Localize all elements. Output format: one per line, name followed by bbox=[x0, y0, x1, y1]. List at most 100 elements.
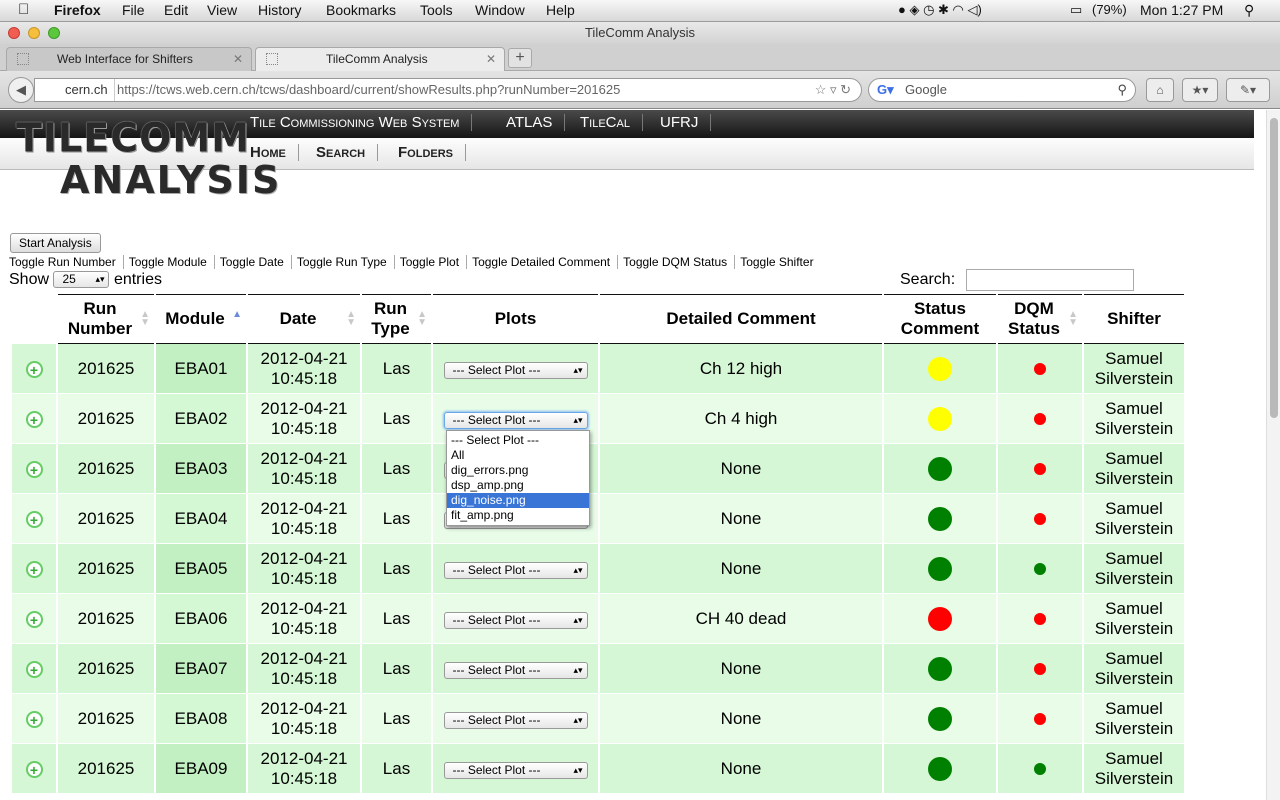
expand-row-icon[interactable] bbox=[25, 610, 43, 630]
plot-select[interactable]: --- Select Plot ---▴▾ bbox=[443, 711, 588, 729]
menu-history[interactable]: History bbox=[258, 2, 302, 18]
expand-row-icon[interactable] bbox=[25, 560, 43, 580]
header-run-number[interactable]: Run Number ▲ ▼ bbox=[58, 294, 154, 344]
entries-select[interactable]: 25 ▴▾ bbox=[53, 271, 110, 289]
status-icons[interactable]: ● ◈ ◷ ✱ ◠ ◁) bbox=[898, 2, 982, 18]
menu-help[interactable]: Help bbox=[546, 2, 575, 18]
plot-select[interactable]: --- Select Plot ---▴▾ bbox=[443, 561, 588, 579]
nav-ufrj[interactable]: UFRJ bbox=[648, 114, 712, 131]
dqm-status-cell bbox=[998, 394, 1082, 444]
dropdown-option[interactable]: dig_noise.png bbox=[447, 493, 589, 508]
plots-cell: --- Select Plot ---▴▾ bbox=[433, 344, 598, 394]
google-icon[interactable]: G▾ bbox=[877, 79, 894, 101]
plot-select[interactable]: --- Select Plot ---▴▾ bbox=[443, 661, 588, 679]
toggle-plot[interactable]: Toggle Plot bbox=[400, 255, 468, 269]
toggle-detailed-comment[interactable]: Toggle Detailed Comment bbox=[472, 255, 619, 269]
toggle-shifter[interactable]: Toggle Shifter bbox=[740, 255, 820, 269]
toggle-date[interactable]: Toggle Date bbox=[220, 255, 292, 269]
battery-icon[interactable]: ▭ bbox=[1070, 2, 1082, 18]
toggle-module[interactable]: Toggle Module bbox=[129, 255, 215, 269]
status-indicator-icon bbox=[928, 456, 952, 481]
status-comment-cell bbox=[884, 694, 996, 744]
toggle-run-type[interactable]: Toggle Run Type bbox=[297, 255, 395, 269]
expand-cell bbox=[12, 494, 56, 544]
home-button[interactable]: ⌂ bbox=[1146, 78, 1174, 102]
column-toggles: Toggle Run Number Toggle Module Toggle Dat… bbox=[9, 255, 826, 269]
dropdown-option[interactable]: dsp_amp.png bbox=[447, 478, 589, 493]
expand-row-icon[interactable] bbox=[25, 510, 43, 530]
expand-row-icon[interactable] bbox=[25, 360, 43, 380]
menu-app-name[interactable]: Firefox bbox=[54, 2, 101, 18]
menu-bookmarks[interactable]: Bookmarks bbox=[326, 2, 396, 18]
menu-window[interactable]: Window bbox=[475, 2, 525, 18]
dropdown-option[interactable]: dig_errors.png bbox=[447, 463, 589, 478]
dropdown-option[interactable]: All bbox=[447, 448, 589, 463]
menu-view[interactable]: View bbox=[207, 2, 237, 18]
toggle-run-number[interactable]: Toggle Run Number bbox=[9, 255, 124, 269]
close-tab-icon[interactable]: ✕ bbox=[233, 48, 243, 70]
plot-select[interactable]: --- Select Plot ---▴▾ bbox=[443, 761, 588, 779]
dqm-status-cell bbox=[998, 494, 1082, 544]
zoom-window-button[interactable] bbox=[48, 27, 60, 39]
date-cell: 2012-04-21 10:45:18 bbox=[248, 344, 360, 394]
bookmarks-button[interactable]: ★▾ bbox=[1182, 78, 1218, 102]
menu-file[interactable]: File bbox=[122, 2, 145, 18]
search-box[interactable]: G▾ Google ⚲ bbox=[868, 78, 1136, 102]
toggle-dqm-status[interactable]: Toggle DQM Status bbox=[623, 255, 736, 269]
expand-row-icon[interactable] bbox=[25, 760, 43, 780]
plot-select[interactable]: --- Select Plot ---▴▾ bbox=[443, 411, 588, 429]
addons-button[interactable]: ✎▾ bbox=[1226, 78, 1270, 102]
plot-select[interactable]: --- Select Plot ---▴▾ bbox=[443, 611, 588, 629]
start-analysis-button[interactable]: Start Analysis bbox=[10, 233, 101, 253]
back-button[interactable]: ◀ bbox=[8, 77, 34, 103]
nav-folders[interactable]: Folders bbox=[386, 144, 466, 161]
table-row: 201625EBA072012-04-2110:45:18Las --- Sele… bbox=[12, 644, 1184, 694]
nav-tilecal[interactable]: TileCal bbox=[568, 114, 643, 131]
close-window-button[interactable] bbox=[8, 27, 20, 39]
menu-tools[interactable]: Tools bbox=[420, 2, 453, 18]
close-tab-icon[interactable]: ✕ bbox=[486, 48, 496, 70]
minimize-window-button[interactable] bbox=[28, 27, 40, 39]
status-comment-cell bbox=[884, 744, 996, 794]
bookmark-star-icon[interactable]: ☆ ▿ ↻ bbox=[815, 79, 851, 101]
header-module[interactable]: Module ▲ bbox=[156, 294, 246, 344]
expand-cell bbox=[12, 644, 56, 694]
nav-search[interactable]: Search bbox=[304, 144, 379, 161]
url-text[interactable]: https://tcws.web.cern.ch/tcws/dashboard/… bbox=[117, 79, 620, 101]
menu-edit[interactable]: Edit bbox=[164, 2, 188, 18]
table-row: 201625EBA062012-04-2110:45:18Las --- Sele… bbox=[12, 594, 1184, 644]
sort-icon: ▲ ▼ bbox=[417, 309, 427, 328]
run-number-cell: 201625 bbox=[58, 694, 154, 744]
site-identity[interactable]: cern.ch bbox=[43, 79, 115, 101]
nav-atlas[interactable]: ATLAS bbox=[494, 114, 566, 131]
tab-web-interface[interactable]: Web Interface for Shifters ✕ bbox=[6, 47, 252, 71]
scrollbar-thumb[interactable] bbox=[1270, 118, 1278, 418]
address-bar[interactable]: cern.ch https://tcws.web.cern.ch/tcws/da… bbox=[34, 78, 862, 102]
dqm-indicator-icon bbox=[1034, 363, 1046, 376]
expand-row-icon[interactable] bbox=[25, 410, 43, 430]
expand-row-icon[interactable] bbox=[25, 710, 43, 730]
search-icon[interactable]: ⚲ bbox=[1117, 79, 1127, 101]
plot-select[interactable]: --- Select Plot ---▴▾ bbox=[443, 361, 588, 379]
dropdown-option[interactable]: fit_amp.png bbox=[447, 508, 589, 523]
shifter-cell: Samuel Silverstein bbox=[1084, 344, 1184, 394]
apple-icon[interactable]:  bbox=[18, 1, 29, 18]
status-indicator-icon bbox=[928, 406, 952, 431]
expand-row-icon[interactable] bbox=[25, 660, 43, 680]
run-type-cell: Las bbox=[362, 344, 431, 394]
spotlight-icon[interactable]: ⚲ bbox=[1244, 2, 1254, 19]
header-date[interactable]: Date ▲ ▼ bbox=[248, 294, 360, 344]
header-dqm-status[interactable]: DQM Status ▲ ▼ bbox=[998, 294, 1082, 344]
shifter-cell: Samuel Silverstein bbox=[1084, 694, 1184, 744]
dropdown-option[interactable]: --- Select Plot --- bbox=[447, 433, 589, 448]
tab-tilecomm-analysis[interactable]: TileComm Analysis ✕ bbox=[255, 47, 505, 71]
page-scrollbar[interactable] bbox=[1266, 110, 1280, 800]
menu-clock[interactable]: Mon 1:27 PM bbox=[1140, 2, 1223, 18]
nav-tcws[interactable]: Tile Commissioning Web System bbox=[238, 114, 473, 131]
expand-row-icon[interactable] bbox=[25, 460, 43, 480]
detailed-comment-cell: None bbox=[600, 444, 882, 494]
plot-select-dropdown[interactable]: --- Select Plot --- All dig_errors.png dsp_… bbox=[446, 430, 590, 526]
header-run-type[interactable]: Run Type ▲ ▼ bbox=[362, 294, 431, 344]
new-tab-button[interactable]: + bbox=[508, 48, 532, 68]
table-search-input[interactable] bbox=[966, 269, 1134, 291]
